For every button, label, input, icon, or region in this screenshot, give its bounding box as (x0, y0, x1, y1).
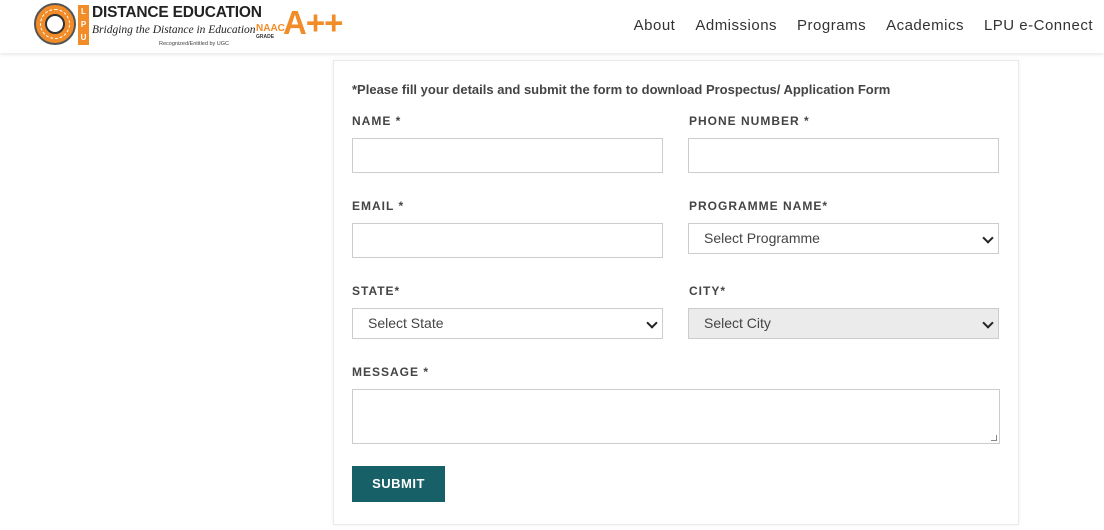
resize-handle-icon[interactable] (991, 435, 997, 441)
brand-title: DISTANCE EDUCATION (92, 4, 262, 21)
form-intro: *Please fill your details and submit the… (352, 82, 891, 97)
naac-rating: A++ (283, 4, 343, 41)
lpu-logo[interactable]: L P U DISTANCE EDUCATION Bridging the Di… (34, 3, 262, 49)
chevron-down-icon (646, 317, 658, 329)
name-input[interactable] (352, 138, 663, 173)
programme-select-value: Select Programme (704, 230, 820, 246)
programme-select[interactable]: Select Programme (688, 223, 999, 254)
nav-about[interactable]: About (634, 17, 676, 34)
programme-label: PROGRAMME NAME* (689, 199, 829, 213)
email-label: EMAIL * (352, 199, 405, 213)
nav-programs[interactable]: Programs (797, 17, 866, 34)
university-seal-icon (34, 3, 76, 45)
naac-word: NAAC (256, 23, 285, 34)
nav-lpu-econnect[interactable]: LPU e-Connect (984, 17, 1093, 34)
lpu-letter-u: U (80, 33, 87, 42)
site-header: L P U DISTANCE EDUCATION Bridging the Di… (0, 0, 1104, 53)
brand-tagline: Bridging the Distance in Education (92, 24, 256, 36)
state-label: STATE* (352, 284, 401, 298)
naac-badge: NAAC GRADE A++ (256, 4, 370, 46)
lpu-letter-l: L (81, 7, 86, 16)
name-label: NAME * (352, 114, 402, 128)
nav-academics[interactable]: Academics (886, 17, 964, 34)
city-label: CITY* (689, 284, 727, 298)
phone-input[interactable] (688, 138, 999, 173)
state-select-value: Select State (368, 315, 444, 331)
lpu-letters: L P U (78, 5, 89, 45)
message-textarea[interactable] (352, 389, 1000, 444)
state-select[interactable]: Select State (352, 308, 663, 339)
naac-grade: GRADE (256, 34, 275, 40)
main-nav: About Admissions Programs Academics LPU … (614, 17, 1093, 34)
prospectus-form: *Please fill your details and submit the… (333, 60, 1019, 525)
brand-recognition: Recognized/Entitled by UGC (159, 41, 230, 47)
chevron-down-icon (982, 232, 994, 244)
email-input[interactable] (352, 223, 663, 258)
lpu-letter-p: P (80, 20, 87, 29)
phone-label: PHONE NUMBER * (689, 114, 810, 128)
message-label: MESSAGE * (352, 365, 430, 379)
city-select-value: Select City (704, 315, 771, 331)
nav-admissions[interactable]: Admissions (695, 17, 777, 34)
submit-button[interactable]: SUBMIT (352, 466, 445, 502)
chevron-down-icon (982, 317, 994, 329)
city-select[interactable]: Select City (688, 308, 999, 339)
